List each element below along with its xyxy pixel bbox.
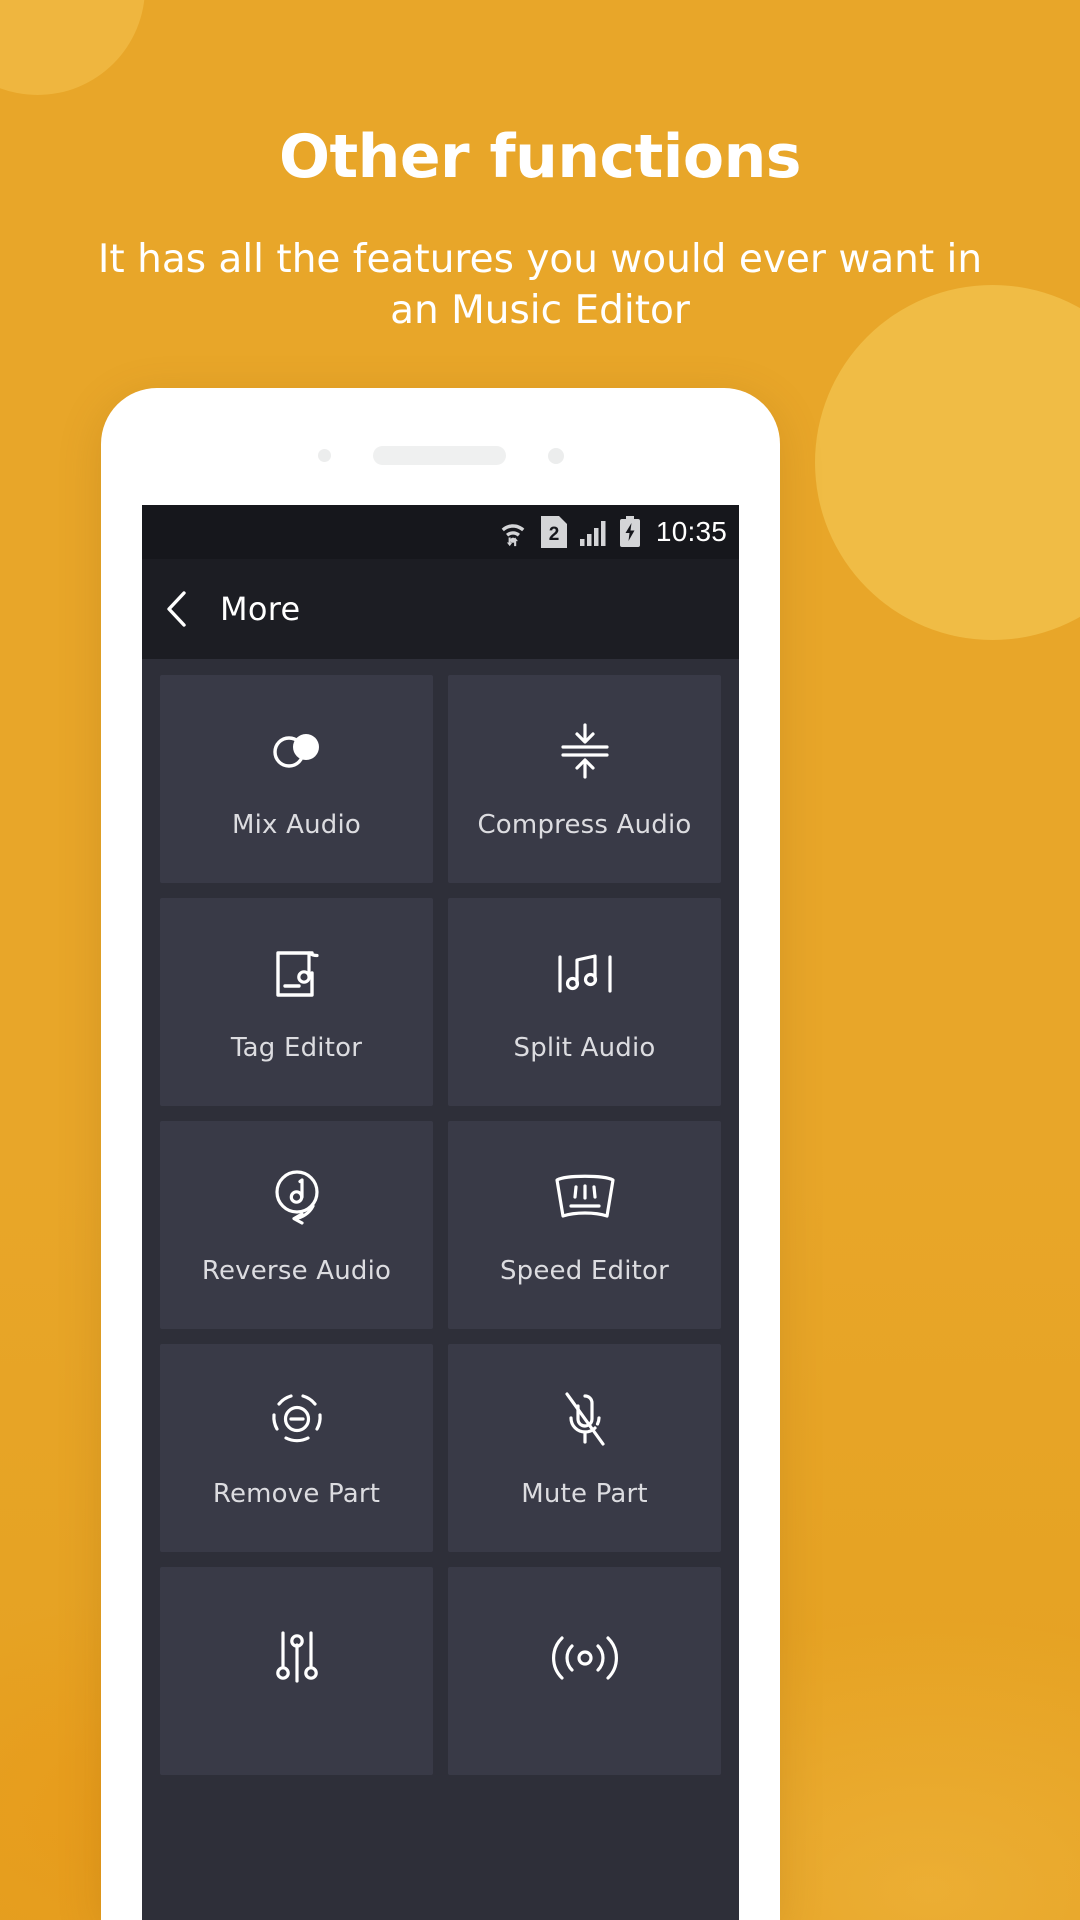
speed-editor-icon xyxy=(551,1164,619,1230)
functions-grid: Mix Audio Compress Audio Tag Editor Spli… xyxy=(142,659,739,1775)
grid-tile-label: Mute Part xyxy=(521,1479,648,1509)
grid-tile-split-audio[interactable]: Split Audio xyxy=(448,898,721,1106)
app-toolbar: More xyxy=(142,559,739,659)
phone-screen: 2 10:35 More Mix Audio Compress Audio Ta… xyxy=(142,505,739,1920)
grid-tile-label: Remove Part xyxy=(212,1479,381,1509)
mix-audio-icon xyxy=(264,718,330,784)
grid-tile-audio-waves[interactable] xyxy=(448,1567,721,1775)
battery-charging-icon xyxy=(619,516,641,548)
grid-tile-remove-part[interactable]: Remove Part xyxy=(160,1344,433,1552)
grid-tile-label: Speed Editor xyxy=(499,1256,670,1286)
grid-tile-label: Tag Editor xyxy=(230,1033,363,1063)
wifi-data-transfer-icon xyxy=(496,515,530,549)
mute-part-icon xyxy=(558,1387,612,1453)
grid-tile-tag-editor[interactable]: Tag Editor xyxy=(160,898,433,1106)
decorative-circle-right xyxy=(815,285,1080,640)
tag-editor-icon xyxy=(266,941,328,1007)
decorative-circle-top-left xyxy=(0,0,145,95)
page-subtitle: It has all the features you would ever w… xyxy=(97,237,983,334)
grid-tile-compress-audio[interactable]: Compress Audio xyxy=(448,675,721,883)
promo-screenshot: Other functions It has all the features … xyxy=(0,0,1080,1920)
grid-tile-label: Compress Audio xyxy=(477,810,692,840)
status-bar: 2 10:35 xyxy=(142,505,739,559)
page-heading: More xyxy=(220,590,301,628)
grid-tile-mix-audio[interactable]: Mix Audio xyxy=(160,675,433,883)
signal-bars-icon xyxy=(578,517,608,547)
front-camera-icon xyxy=(547,447,564,464)
phone-mockup: 2 10:35 More Mix Audio Compress Audio Ta… xyxy=(101,388,780,1920)
grid-tile-reverse-audio[interactable]: Reverse Audio xyxy=(160,1121,433,1329)
promo-text-block: Other functions It has all the features … xyxy=(0,124,1080,337)
grid-tile-mute-part[interactable]: Mute Part xyxy=(448,1344,721,1552)
phone-speaker-row xyxy=(101,446,780,465)
equalizer-icon xyxy=(266,1625,328,1691)
remove-part-icon xyxy=(264,1387,330,1453)
svg-text:2: 2 xyxy=(549,524,560,545)
grid-tile-label: Mix Audio xyxy=(231,810,361,840)
compress-audio-icon xyxy=(555,718,615,784)
grid-tile-label: Reverse Audio xyxy=(201,1256,392,1286)
page-title: Other functions xyxy=(278,122,802,192)
back-chevron-icon[interactable] xyxy=(164,589,198,629)
grid-tile-speed-editor[interactable]: Speed Editor xyxy=(448,1121,721,1329)
split-audio-icon xyxy=(553,941,617,1007)
audio-waves-icon xyxy=(550,1625,620,1691)
earpiece-speaker xyxy=(372,446,506,465)
grid-tile-equalizer[interactable] xyxy=(160,1567,433,1775)
sim2-icon: 2 xyxy=(540,516,567,548)
grid-tile-label: Split Audio xyxy=(513,1033,656,1063)
status-bar-clock: 10:35 xyxy=(655,516,727,547)
reverse-audio-icon xyxy=(264,1164,330,1230)
sensor-dot-icon xyxy=(317,449,331,462)
